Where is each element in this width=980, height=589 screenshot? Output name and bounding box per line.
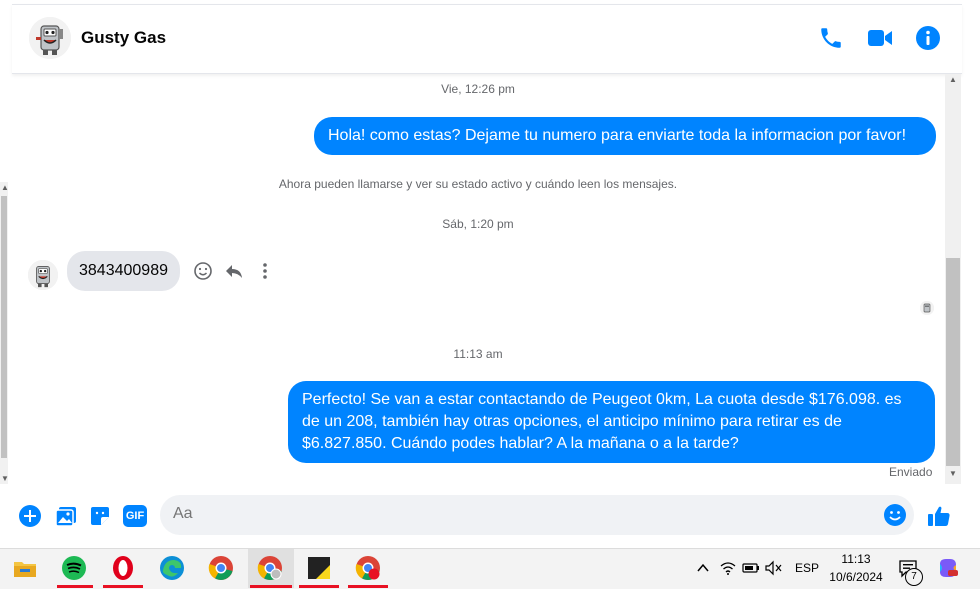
page-scrollbar-thumb[interactable] [1,196,7,458]
emoji-icon[interactable] [883,503,907,527]
chrome-alt-icon[interactable] [355,555,381,581]
wifi-icon[interactable] [720,560,736,576]
scroll-down-arrow-icon[interactable]: ▼ [949,470,957,478]
info-icon[interactable] [915,25,943,53]
video-call-icon[interactable] [866,25,894,53]
like-thumb-icon[interactable] [926,503,952,529]
clock-time[interactable]: 11:13 [828,552,884,566]
conversation-scrollbar-thumb[interactable] [946,258,960,466]
outgoing-message[interactable]: Hola! como estas? Dejame tu numero para … [314,117,936,155]
add-icon[interactable] [18,504,42,528]
edge-icon[interactable] [159,555,185,581]
chrome-icon[interactable] [208,555,234,581]
photo-icon[interactable] [54,504,78,528]
sticker-icon[interactable] [88,504,112,528]
battery-icon[interactable] [742,560,760,576]
contact-name[interactable]: Gusty Gas [81,28,166,48]
timestamp: Sáb, 1:20 pm [442,217,514,231]
reply-icon[interactable] [224,261,244,281]
chrome-profile-icon[interactable] [257,555,283,581]
system-notice: Ahora pueden llamarse y ver su estado ac… [278,177,678,191]
scroll-up-arrow-icon[interactable]: ▲ [949,76,957,84]
timestamp: Vie, 12:26 pm [441,82,515,96]
gas-mascot-icon [29,17,71,59]
outgoing-message[interactable]: Perfecto! Se van a estar contactando de … [288,381,935,463]
contact-avatar[interactable] [29,17,71,59]
clock-date[interactable]: 10/6/2024 [824,570,888,584]
timestamp: 11:13 am [453,347,503,361]
sender-avatar[interactable] [28,260,58,290]
message-status: Enviado [889,465,933,479]
file-explorer-icon[interactable] [12,555,38,581]
incoming-message[interactable]: 3843400989 [67,251,180,291]
message-input[interactable] [173,505,863,523]
copilot-icon[interactable] [936,556,960,580]
react-emoji-icon[interactable] [193,261,213,281]
sticky-notes-icon[interactable] [306,555,332,581]
gif-icon[interactable]: GIF [123,505,147,527]
scroll-down-arrow-icon[interactable]: ▼ [1,475,9,483]
volume-muted-icon[interactable] [765,560,783,576]
notification-count-badge: 7 [905,568,923,586]
spotify-icon[interactable] [61,555,87,581]
phone-icon[interactable] [818,25,846,53]
chevron-up-icon[interactable] [695,560,711,576]
more-options-icon[interactable] [255,261,275,281]
seen-avatar [920,301,934,315]
language-indicator[interactable]: ESP [795,561,819,575]
gas-mascot-icon [28,260,58,290]
opera-icon[interactable] [110,555,136,581]
